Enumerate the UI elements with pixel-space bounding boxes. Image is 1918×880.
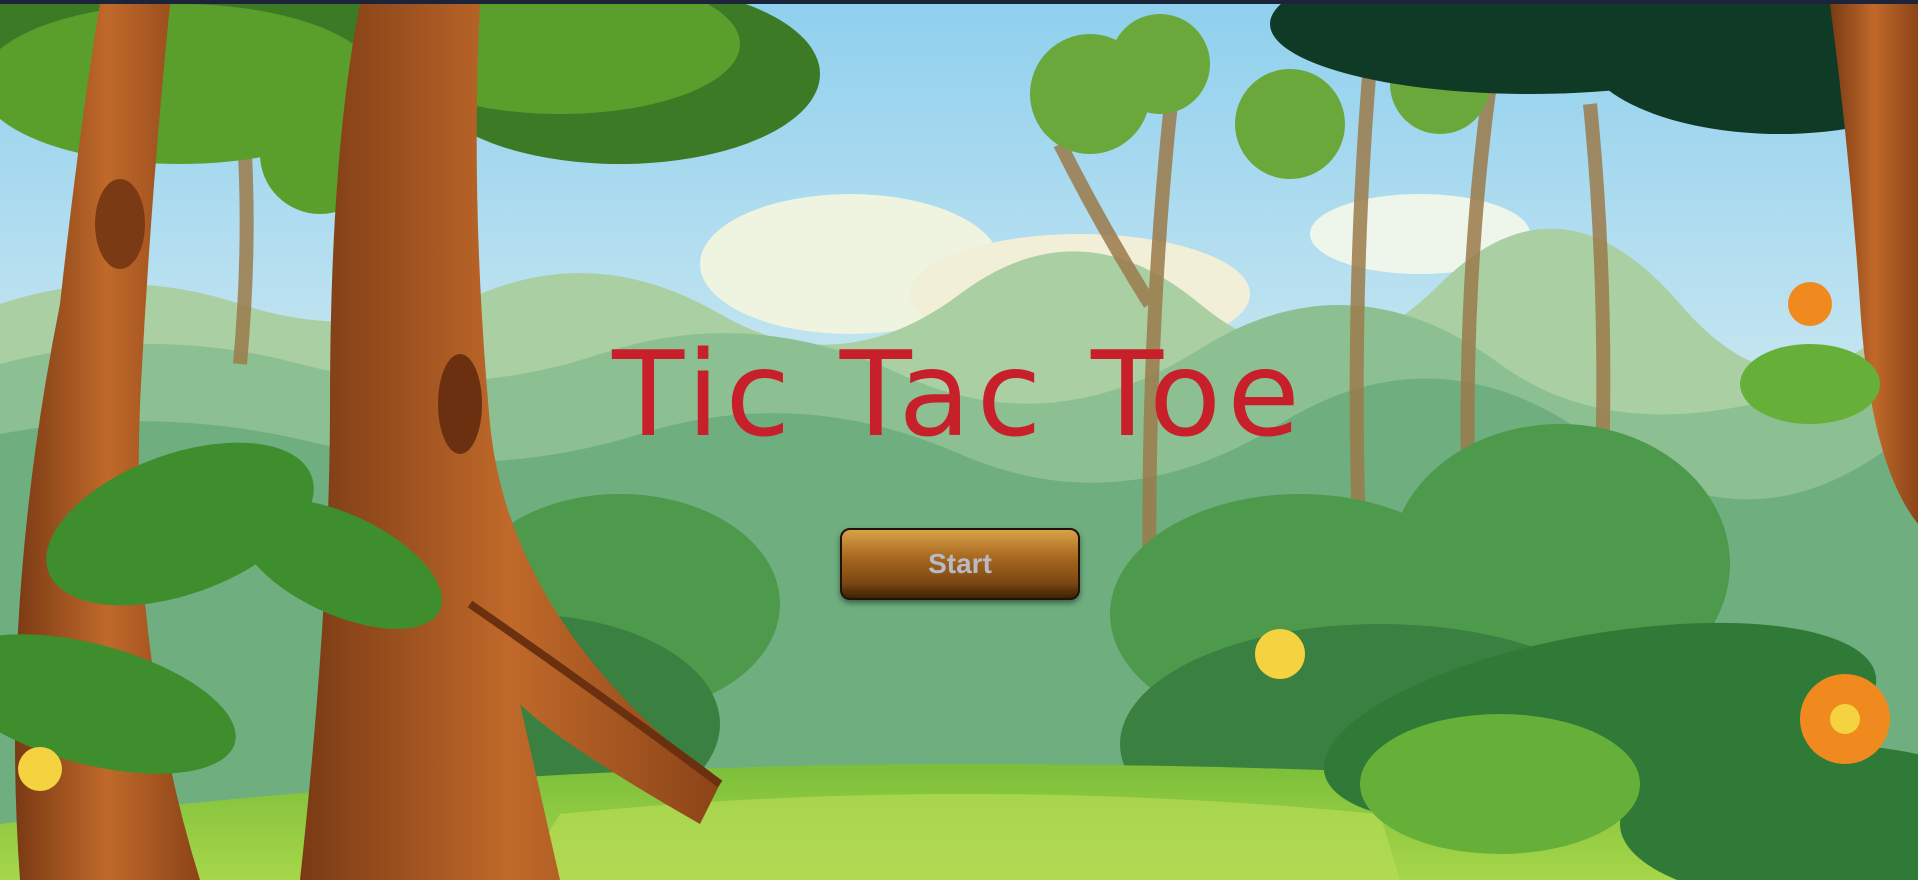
game-title: Tic Tac Toe <box>612 325 1306 463</box>
window-top-border <box>0 0 1918 4</box>
start-button[interactable]: Start <box>840 528 1080 600</box>
